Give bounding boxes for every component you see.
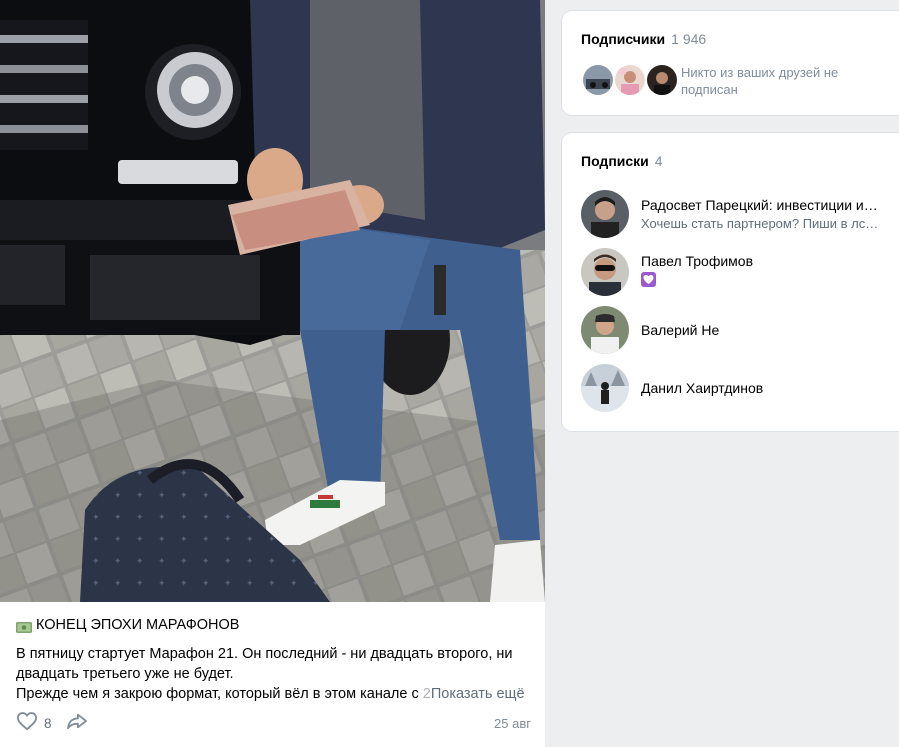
following-name: Данил Хаиртдинов [641, 380, 764, 396]
following-card: Подписки 4 Радосвет Парецкий: инвестиции … [562, 133, 899, 431]
like-count: 8 [44, 715, 52, 731]
post-text-fade: 2 [422, 686, 431, 702]
following-name: Валерий Не [641, 322, 720, 338]
following-item[interactable]: Данил Хаиртдинов [581, 364, 899, 412]
following-title: Подписки [581, 153, 649, 169]
post-text: В пятницу стартует Марафон 21. Он послед… [16, 644, 531, 704]
following-item[interactable]: Павел Трофимов [581, 248, 899, 296]
following-header[interactable]: Подписки 4 [581, 153, 663, 169]
post-title: КОНЕЦ ЭПОХИ МАРАФОНОВ [16, 616, 531, 634]
like-button[interactable]: 8 [16, 711, 52, 736]
post-footer: 8 25 авг [16, 710, 531, 736]
avatar[interactable] [645, 63, 679, 97]
avatar[interactable] [581, 63, 615, 97]
subscribers-count: 1 946 [671, 31, 707, 47]
share-icon [66, 712, 88, 735]
purple-heart-icon [641, 271, 656, 287]
money-icon [16, 620, 32, 633]
avatar[interactable] [581, 248, 629, 296]
post-photo[interactable]: ✦ [0, 0, 545, 602]
subscriber-avatars[interactable] [581, 63, 679, 97]
avatar[interactable] [581, 306, 629, 354]
subscribers-title: Подписчики [581, 31, 666, 47]
following-item[interactable]: Валерий Не [581, 306, 899, 354]
post-text-line-3: Прежде чем я закрою формат, который вёл … [16, 686, 423, 702]
following-item[interactable]: Радосвет Парецкий: инвестиции и… Хочешь … [581, 190, 899, 238]
post-date[interactable]: 25 авг [494, 716, 531, 731]
heart-icon [16, 711, 38, 736]
avatar[interactable] [581, 190, 629, 238]
following-name: Павел Трофимов [641, 252, 754, 269]
post-text-line-truncated: Прежде чем я закрою формат, который вёл … [16, 684, 531, 704]
avatar[interactable] [581, 364, 629, 412]
subscribers-header[interactable]: Подписчики 1 946 [581, 31, 706, 47]
post-text-line: двадцать третьего уже не будет. [16, 666, 234, 682]
post-text-line: В пятницу стартует Марафон 21. Он послед… [16, 646, 513, 662]
friends-note: Никто из ваших друзей не подписан [681, 65, 839, 97]
subscribers-card: Подписчики 1 946 Никто из ваших друзей не… [562, 11, 899, 115]
show-more-link[interactable]: Показать ещё [431, 686, 525, 702]
following-description: Хочешь стать партнером? Пиши в лс… [641, 216, 879, 231]
post-card: ✦ [0, 0, 545, 747]
post-title-text: КОНЕЦ ЭПОХИ МАРАФОНОВ [36, 617, 240, 633]
share-button[interactable] [66, 712, 88, 735]
following-count: 4 [654, 153, 663, 169]
avatar[interactable] [613, 63, 647, 97]
following-name: Радосвет Парецкий: инвестиции и… [641, 197, 878, 213]
